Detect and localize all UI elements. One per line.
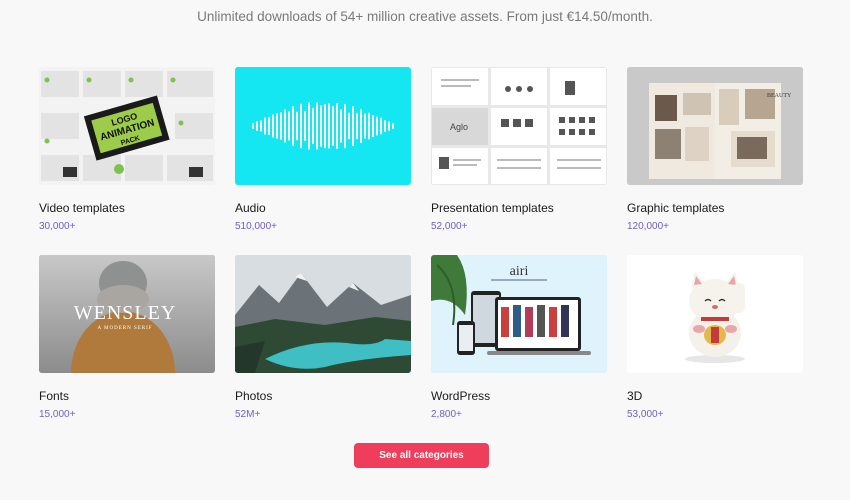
waveform-bar [364,113,366,139]
category-count: 2,800+ [431,409,462,420]
category-card-wordpress[interactable]: airi WordPress 2,800+ [431,255,607,443]
waveform-bar [368,112,370,140]
waveform-bar [308,102,310,150]
thumb-text-modern-serif: A MODERN SERIF [97,326,152,331]
category-grid: LOGO ANIMATION PACK Video templates 30,0… [39,67,803,443]
category-count: 52,000+ [431,221,468,232]
thumb-text-beauty: BEAUTY [767,93,792,99]
waveform-bar [252,123,254,129]
category-title: 3D [627,389,643,403]
waveform-bar [256,121,258,131]
graphic-templates-thumbnail: BEAUTY [627,67,803,185]
waveform-bar [336,102,338,150]
waveform-bar [356,112,358,140]
category-count: 52M+ [235,409,261,420]
waveform-bar [392,123,394,129]
waveform-bar [264,117,266,135]
category-card-audio[interactable]: Audio 510,000+ [235,67,411,255]
category-count: 120,000+ [627,221,669,232]
category-card-fonts[interactable]: WENSLEY A MODERN SERIF Fonts 15,000+ [39,255,215,443]
category-count: 30,000+ [39,221,76,232]
waveform-bar [292,106,294,146]
waveform-bar [288,111,290,141]
video-templates-thumbnail: LOGO ANIMATION PACK [39,67,215,185]
waveform-bar [352,105,354,147]
waveform-bar [372,114,374,138]
waveform-bar [360,108,362,144]
waveform-bar [304,110,306,142]
waveform-bar [384,120,386,132]
thumb-text-airi: airi [510,264,529,279]
see-all-categories-button[interactable]: See all categories [354,443,489,468]
waveform-bar [320,105,322,147]
3d-thumbnail [627,255,803,373]
category-count: 15,000+ [39,409,76,420]
category-title: WordPress [431,389,491,403]
category-card-3d[interactable]: 3D 53,000+ [627,255,803,443]
thumb-text-wensley: WENSLEY [74,302,177,324]
category-title: Graphic templates [627,201,725,215]
waveform-bar [312,107,314,145]
waveform-bar [340,109,342,143]
category-card-graphic-templates[interactable]: BEAUTY Graphic templates 120,000+ [627,67,803,255]
waveform-bar [376,116,378,136]
audio-waveform-thumbnail [235,67,411,185]
waveform-bar [280,112,282,140]
category-title: Fonts [39,389,70,403]
category-card-video-templates[interactable]: LOGO ANIMATION PACK Video templates 30,0… [39,67,215,255]
category-title: Video templates [39,201,125,215]
waveform-bar [328,103,330,149]
waveform-bar [380,117,382,135]
waveform-bar [344,103,346,149]
waveform-bar [296,111,298,141]
category-card-photos[interactable]: Photos 52M+ [235,255,411,443]
page-subtitle: Unlimited downloads of 54+ million creat… [197,9,653,24]
waveform-bar [348,112,350,140]
waveform-bar [324,103,326,149]
waveform-bar [316,102,318,150]
presentation-templates-thumbnail: Aglo [431,67,607,185]
waveform-bar [276,113,278,139]
waveform-bar [260,120,262,132]
category-title: Presentation templates [431,201,554,215]
category-count: 53,000+ [627,409,664,420]
category-title: Audio [235,201,266,215]
waveform-bar [268,117,270,135]
waveform-bar [272,114,274,138]
category-count: 510,000+ [235,221,277,232]
photos-thumbnail [235,255,411,373]
waveform-bar [284,109,286,143]
waveform-bar [332,106,334,146]
wordpress-thumbnail: airi [431,255,607,373]
category-title: Photos [235,389,273,403]
thumb-text-aglo: Aglo [450,122,468,132]
fonts-thumbnail: WENSLEY A MODERN SERIF [39,255,215,373]
waveform-bar [388,121,390,131]
category-card-presentation-templates[interactable]: Aglo Presentation templates 52,000+ [431,67,607,255]
waveform-bar [300,103,302,149]
